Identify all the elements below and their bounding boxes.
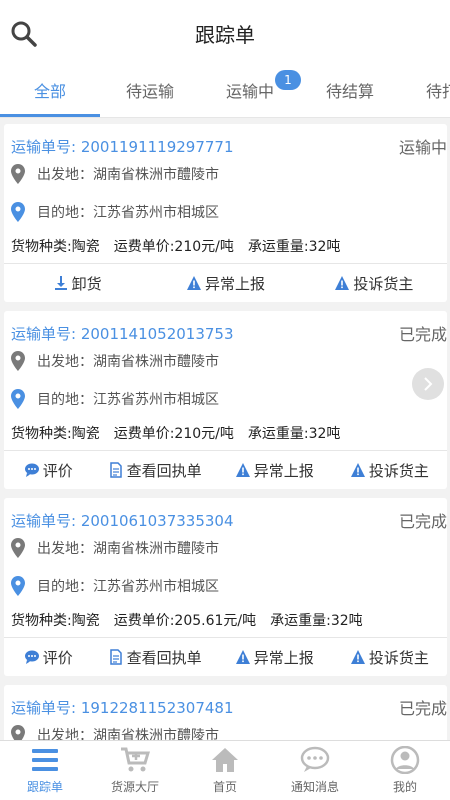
order-list[interactable]: 运输单号: 2001191119297771 运输中 出发地：湖南省株洲市醴陵市… [0, 118, 450, 740]
origin-pin-icon [11, 725, 25, 740]
order-card[interactable]: 运输单号: 2001191119297771 运输中 出发地：湖南省株洲市醴陵市… [4, 124, 447, 302]
tab-pending-transport[interactable]: 待运输 [100, 66, 200, 117]
freight-price: 运费单价:210元/吨 [113, 239, 234, 255]
order-number: 运输单号: 1912281152307481 [11, 699, 234, 717]
cargo-info: 货物种类:陶瓷 运费单价:210元/吨 承运重量:32吨 [11, 423, 354, 443]
warning-icon [335, 276, 350, 290]
nav-profile[interactable]: 我的 [360, 741, 450, 800]
status-tabs: 全部 待运输 运输中 1 待结算 待打 [0, 66, 450, 118]
complain-shipper-button[interactable]: 投诉货主 [301, 273, 447, 294]
view-receipt-button[interactable]: 查看回执单 [93, 647, 217, 668]
cargo-info: 货物种类:陶瓷 运费单价:205.61元/吨 承运重量:32吨 [11, 610, 377, 630]
nav-messages[interactable]: 通知消息 [270, 741, 360, 800]
destination-row: 目的地：江苏省苏州市相城区 [11, 202, 219, 222]
origin-row: 出发地：湖南省株洲市醴陵市 [11, 351, 219, 371]
freight-price: 运费单价:205.61元/吨 [113, 613, 257, 629]
report-exception-button[interactable]: 异常上报 [217, 460, 332, 481]
order-card[interactable]: 运输单号: 2001061037335304 已完成 出发地：湖南省株洲市醴陵市… [4, 498, 447, 676]
destination-pin-icon [11, 576, 25, 596]
destination-pin-icon [11, 389, 25, 409]
document-icon [109, 462, 122, 478]
freight-price: 运费单价:210元/吨 [113, 426, 234, 442]
bottom-navigation: 跟踪单 货源大厅 首页 通知消息 我的 [0, 740, 450, 800]
origin-pin-icon [11, 164, 25, 184]
destination-text: 目的地：江苏省苏州市相城区 [37, 579, 219, 595]
order-status: 运输中 [398, 138, 447, 157]
page-title: 跟踪单 [195, 22, 255, 47]
cargo-type: 货物种类:陶瓷 [11, 239, 100, 255]
origin-row: 出发地：湖南省株洲市醴陵市 [11, 725, 219, 740]
top-header: 跟踪单 [0, 0, 450, 66]
report-exception-button[interactable]: 异常上报 [217, 647, 332, 668]
warning-icon [186, 276, 201, 290]
carry-weight: 承运重量:32吨 [247, 239, 341, 255]
carry-weight: 承运重量:32吨 [247, 426, 341, 442]
cargo-type: 货物种类:陶瓷 [11, 613, 100, 629]
nav-cargo-hall[interactable]: 货源大厅 [90, 741, 180, 800]
user-icon [390, 746, 420, 774]
origin-row: 出发地：湖南省株洲市醴陵市 [11, 538, 219, 558]
download-icon [54, 276, 67, 290]
nav-home[interactable]: 首页 [180, 741, 270, 800]
origin-text: 出发地：湖南省株洲市醴陵市 [37, 541, 219, 557]
home-icon [212, 748, 238, 772]
report-exception-button[interactable]: 异常上报 [150, 273, 301, 294]
order-card[interactable]: 运输单号: 1912281152307481 已完成 出发地：湖南省株洲市醴陵市 [4, 685, 447, 740]
chat-icon [24, 650, 39, 664]
order-status: 已完成 [398, 325, 447, 344]
card-actions: 评价 查看回执单 异常上报 投诉货主 [4, 638, 447, 676]
card-actions: 卸货 异常上报 投诉货主 [4, 264, 447, 302]
complain-shipper-button[interactable]: 投诉货主 [332, 460, 447, 481]
order-number: 运输单号: 2001061037335304 [11, 512, 234, 530]
warning-icon [350, 463, 365, 477]
destination-pin-icon [11, 202, 25, 222]
origin-text: 出发地：湖南省株洲市醴陵市 [37, 167, 219, 183]
origin-text: 出发地：湖南省株洲市醴陵市 [37, 354, 219, 370]
order-card[interactable]: 运输单号: 2001141052013753 已完成 出发地：湖南省株洲市醴陵市… [4, 311, 447, 489]
complain-shipper-button[interactable]: 投诉货主 [332, 647, 447, 668]
order-number: 运输单号: 2001141052013753 [11, 325, 234, 343]
cargo-type: 货物种类:陶瓷 [11, 426, 100, 442]
search-icon[interactable] [10, 20, 38, 48]
origin-text: 出发地：湖南省株洲市醴陵市 [37, 728, 219, 740]
order-number: 运输单号: 2001191119297771 [11, 138, 234, 156]
rate-button[interactable]: 评价 [4, 647, 93, 668]
view-receipt-button[interactable]: 查看回执单 [93, 460, 217, 481]
carry-weight: 承运重量:32吨 [270, 613, 363, 629]
nav-tracking[interactable]: 跟踪单 [0, 741, 90, 800]
destination-text: 目的地：江苏省苏州市相城区 [37, 205, 219, 221]
warning-icon [350, 650, 365, 664]
card-actions: 评价 查看回执单 异常上报 投诉货主 [4, 451, 447, 489]
tab-partial[interactable]: 待打 [426, 66, 450, 117]
destination-row: 目的地：江苏省苏州市相城区 [11, 389, 219, 409]
chat-icon [24, 463, 39, 477]
destination-row: 目的地：江苏省苏州市相城区 [11, 576, 219, 596]
origin-row: 出发地：湖南省株洲市醴陵市 [11, 164, 219, 184]
destination-text: 目的地：江苏省苏州市相城区 [37, 392, 219, 408]
warning-icon [235, 650, 250, 664]
cart-icon [121, 747, 150, 772]
menu-icon [32, 749, 58, 771]
warning-icon [235, 463, 250, 477]
tab-all[interactable]: 全部 [0, 66, 100, 117]
scroll-chevron-right-icon[interactable] [412, 368, 444, 400]
document-icon [109, 649, 122, 665]
in-transit-badge: 1 [275, 70, 301, 90]
tab-pending-settlement[interactable]: 待结算 [300, 66, 400, 117]
active-tab-indicator [0, 114, 100, 117]
rate-button[interactable]: 评价 [4, 460, 93, 481]
origin-pin-icon [11, 351, 25, 371]
order-status: 已完成 [398, 512, 447, 531]
unload-button[interactable]: 卸货 [4, 273, 150, 294]
cargo-info: 货物种类:陶瓷 运费单价:210元/吨 承运重量:32吨 [11, 236, 354, 256]
message-icon [300, 746, 330, 772]
origin-pin-icon [11, 538, 25, 558]
order-status: 已完成 [398, 699, 447, 718]
